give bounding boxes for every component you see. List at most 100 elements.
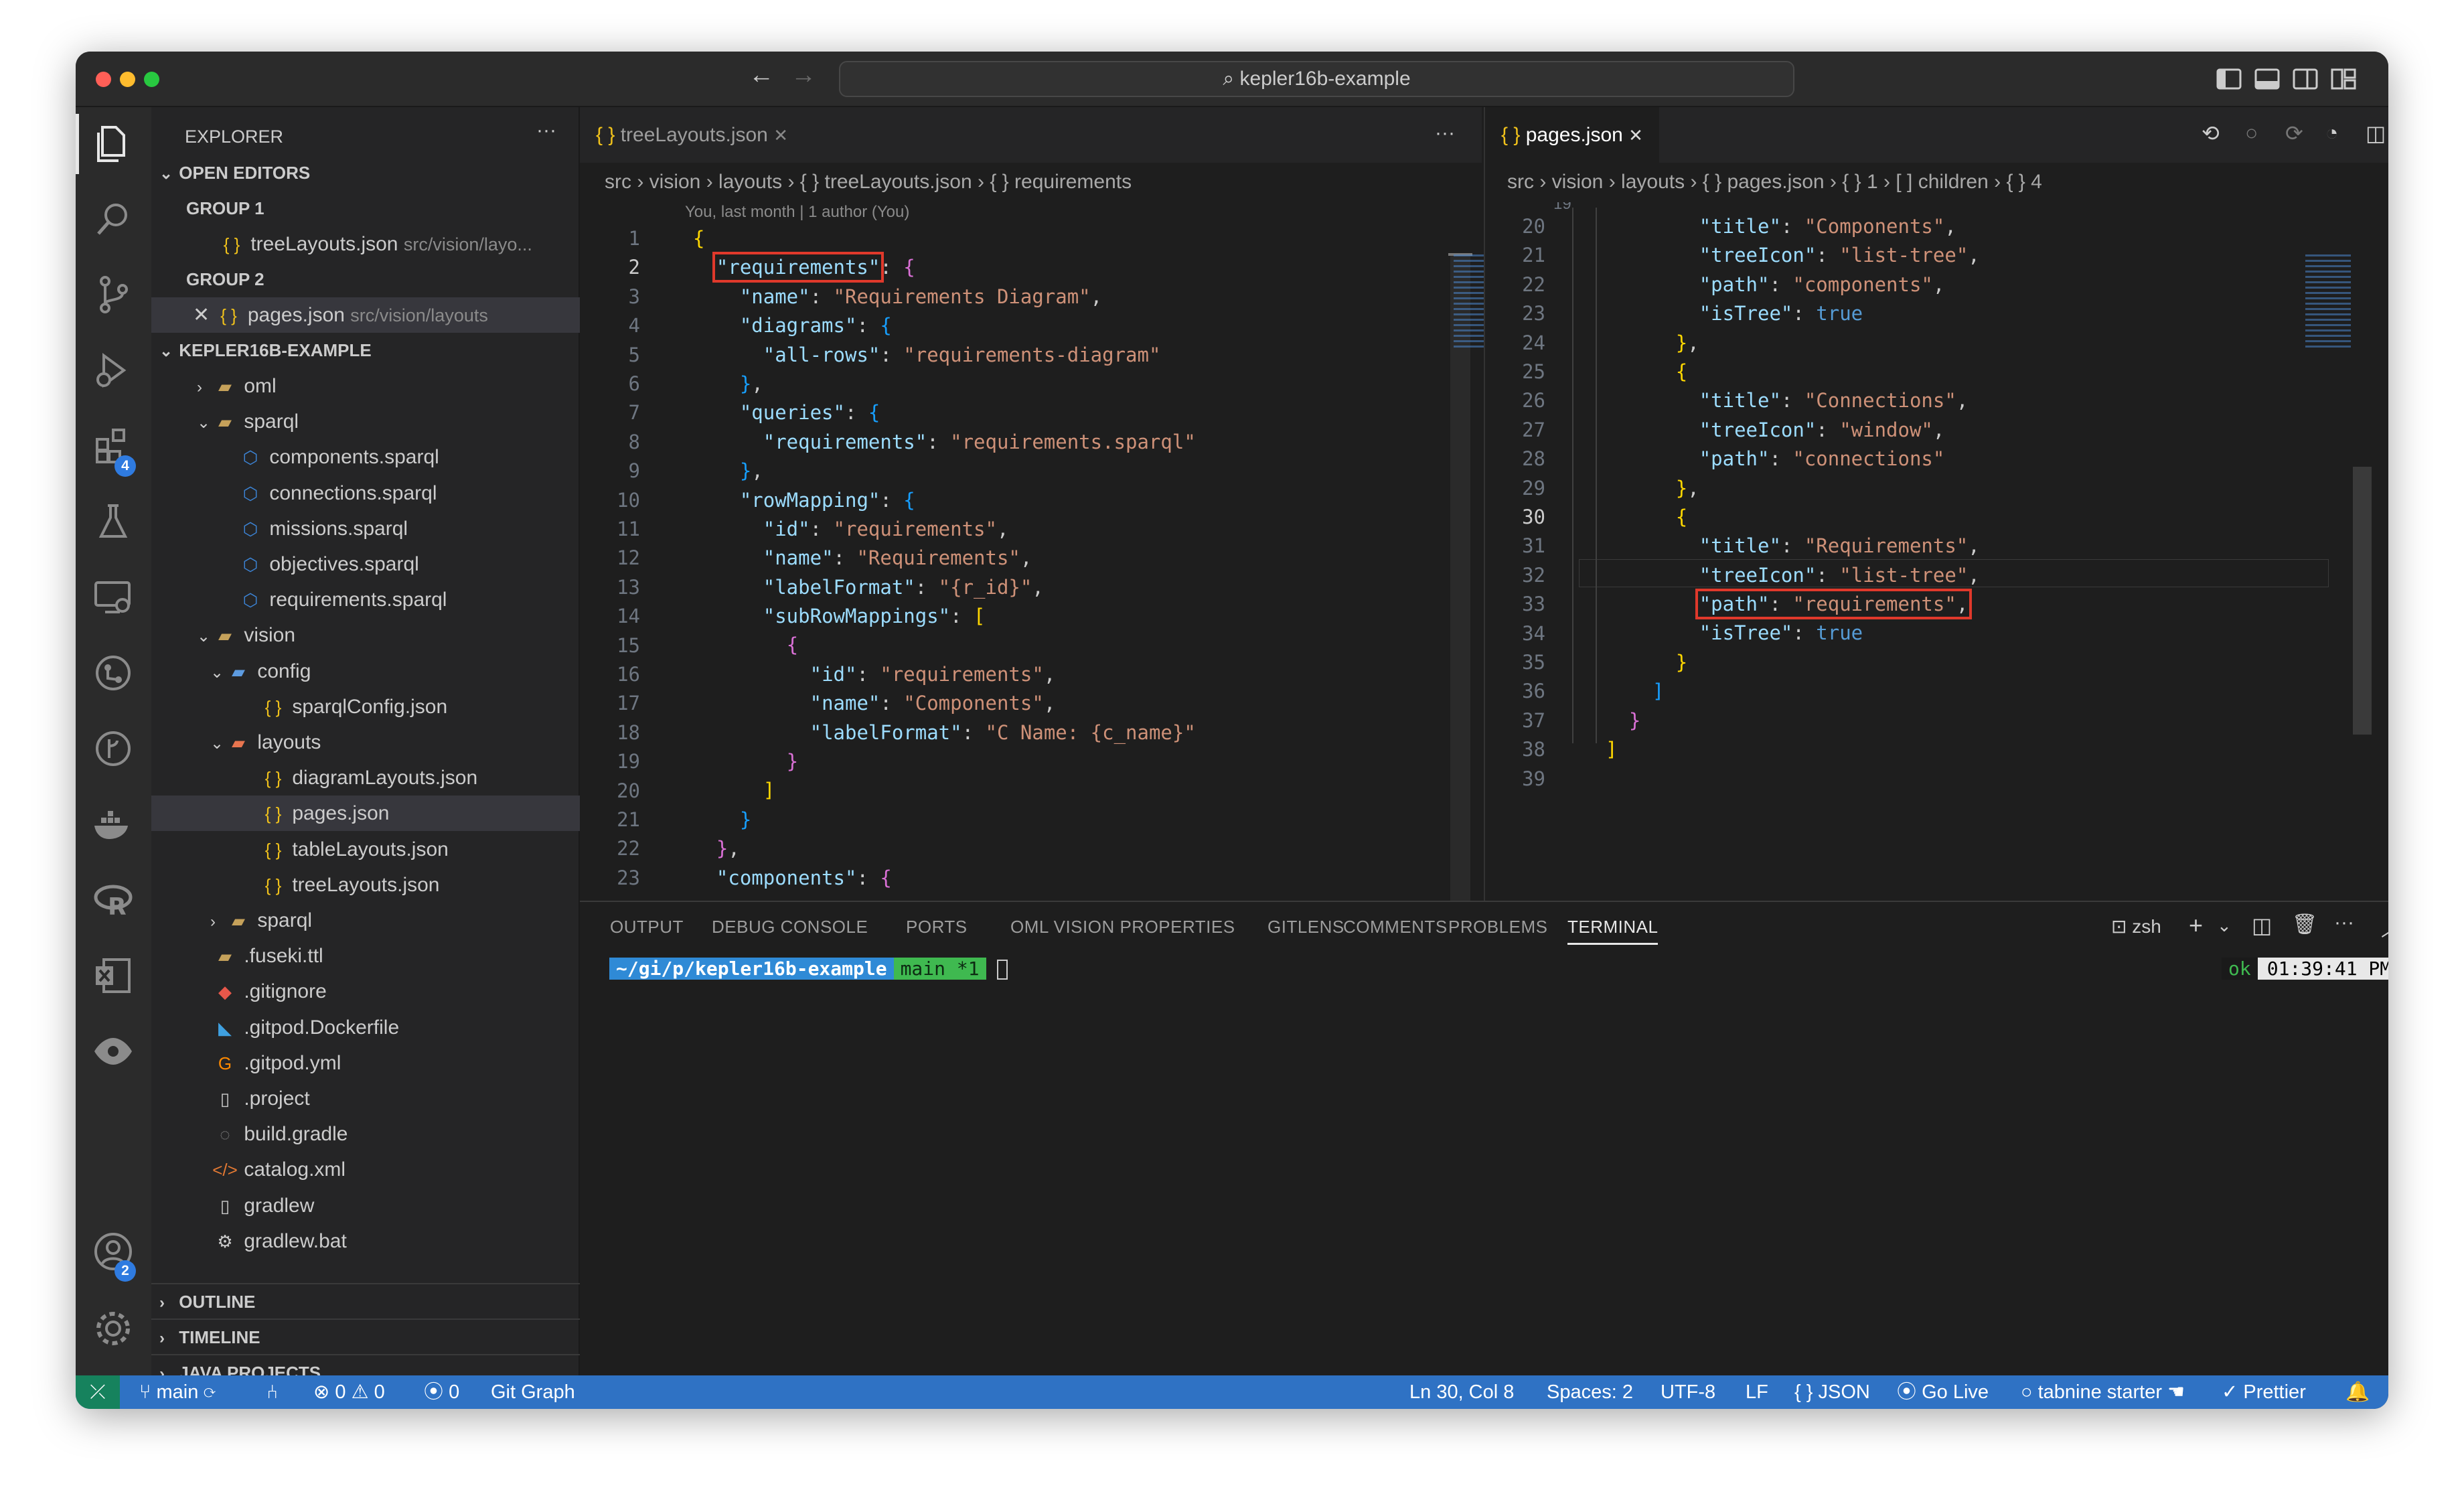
chevron-down-icon[interactable]: ⌄ — [2217, 915, 2232, 936]
more-actions-icon[interactable]: ··· — [1435, 122, 1455, 145]
tabnine-status[interactable]: ○ tabnine starter ☚ — [2021, 1375, 2185, 1409]
code-area[interactable]: { "requirements": { "name": "Requirement… — [693, 224, 1196, 893]
split-terminal-icon[interactable]: ◫ — [2252, 913, 2272, 938]
problems-indicator[interactable]: ⊗ 0 ⚠ 0 — [313, 1375, 385, 1409]
new-terminal-icon[interactable]: + — [2189, 911, 2203, 939]
breadcrumb-item[interactable]: layouts — [1621, 171, 1685, 193]
testing-flask-icon[interactable] — [90, 499, 136, 544]
cursor-position[interactable]: Ln 30, Col 8 — [1409, 1375, 1514, 1409]
breadcrumb-item[interactable]: src — [605, 171, 631, 193]
ports-indicator[interactable]: ⦿ 0 — [424, 1375, 459, 1409]
eye-preview-icon[interactable] — [90, 1029, 136, 1074]
more-actions-icon[interactable]: ··· — [536, 119, 556, 142]
tab-treelayouts[interactable]: { } treeLayouts.json ✕ — [580, 107, 804, 163]
close-window-button[interactable] — [96, 72, 111, 87]
tree-item[interactable]: ⬡ requirements.sparql — [151, 582, 580, 617]
tree-item[interactable]: ◌ build.gradle — [151, 1116, 580, 1152]
breadcrumb-item[interactable]: { } 1 — [1842, 171, 1877, 193]
line-endings[interactable]: LF — [1746, 1375, 1768, 1409]
panel-tab[interactable]: OML VISION PROPERTIES — [1010, 917, 1235, 937]
tree-item[interactable]: ⌄ ▰ config — [151, 654, 580, 689]
scrollbar-thumb[interactable] — [2353, 467, 2372, 735]
tree-item[interactable]: ⬡ components.sparql — [151, 439, 580, 475]
outline-section[interactable]: › OUTLINE — [151, 1283, 580, 1318]
panel-tab[interactable]: PROBLEMS — [1448, 917, 1548, 937]
source-control-graph-icon[interactable]: ⑃ — [266, 1375, 278, 1409]
timeline-section[interactable]: › TIMELINE — [151, 1318, 580, 1354]
panel-tab[interactable]: DEBUG CONSOLE — [712, 917, 868, 937]
breadcrumb-item[interactable]: { } 4 — [2006, 171, 2042, 193]
minimize-window-button[interactable] — [120, 72, 135, 87]
toggle-secondary-sidebar-icon[interactable] — [2291, 65, 2319, 93]
settings-gear-icon[interactable] — [90, 1306, 136, 1351]
more-actions-icon[interactable]: ··· — [2334, 911, 2354, 934]
tree-item[interactable]: ▯ .project — [151, 1081, 580, 1116]
indentation[interactable]: Spaces: 2 — [1547, 1375, 1633, 1409]
git-graph-icon[interactable] — [90, 726, 136, 771]
explorer-files-icon[interactable] — [90, 121, 136, 166]
breadcrumb-item[interactable]: { } pages.json — [1703, 171, 1825, 193]
tree-item[interactable]: </> catalog.xml — [151, 1152, 580, 1187]
trash-icon[interactable]: 🗑 — [2292, 913, 2317, 936]
tree-item[interactable]: ▯ gradlew — [151, 1188, 580, 1223]
tree-item[interactable]: › ▰ oml — [151, 368, 580, 404]
open-editors-section[interactable]: ⌄ OPEN EDITORS — [151, 155, 580, 191]
minimap[interactable] — [2305, 254, 2351, 348]
tree-item[interactable]: { } pages.json — [151, 796, 580, 832]
git-graph-button[interactable]: Git Graph — [491, 1375, 575, 1409]
tree-item[interactable]: ⌄ ▰ vision — [151, 617, 580, 653]
branch-indicator[interactable]: ⑂ main ⟳ — [139, 1375, 216, 1409]
forward-arrow-icon[interactable]: → — [791, 61, 816, 90]
terminal-prompt[interactable]: ~/gi/p/kepler16b-example main *1 — [609, 957, 1008, 981]
codelens-authors[interactable]: You, last month | 1 author (You) — [685, 203, 909, 222]
tree-item[interactable]: ◣ .gitpod.Dockerfile — [151, 1010, 580, 1045]
run-and-debug-icon[interactable] — [90, 348, 136, 393]
tree-item[interactable]: G .gitpod.yml — [151, 1045, 580, 1081]
breadcrumb-item[interactable]: src — [1507, 171, 1534, 193]
breadcrumb-item[interactable]: { } treeLayouts.json — [800, 171, 972, 193]
open-editor-pages[interactable]: ✕ { } pages.json src/vision/layouts — [151, 297, 580, 333]
tree-item[interactable]: { } tableLayouts.json — [151, 832, 580, 867]
go-live-button[interactable]: ⦿ Go Live — [1897, 1375, 1989, 1409]
panel-tab[interactable]: PORTS — [906, 917, 968, 937]
tree-item[interactable]: › ▰ sparql — [151, 903, 580, 938]
maximize-panel-icon[interactable]: ︿ — [2381, 913, 2388, 942]
back-arrow-icon[interactable]: ← — [749, 61, 774, 90]
remote-explorer-icon[interactable] — [90, 575, 136, 620]
toggle-panel-icon[interactable] — [2253, 65, 2281, 93]
encoding[interactable]: UTF-8 — [1661, 1375, 1715, 1409]
tree-item[interactable]: ⬡ connections.sparql — [151, 475, 580, 511]
notifications-bell-icon[interactable]: 🔔 — [2345, 1375, 2370, 1409]
scrollbar[interactable] — [1450, 254, 1470, 951]
tree-item[interactable]: ⚙ gradlew.bat — [151, 1223, 580, 1259]
split-editor-icon[interactable]: ◫ — [2366, 121, 2386, 146]
prettier-status[interactable]: ✓ Prettier — [2222, 1375, 2306, 1409]
code-area[interactable]: "title": "Components", "treeIcon": "list… — [1606, 212, 1980, 794]
maximize-window-button[interactable] — [144, 72, 159, 87]
tree-item[interactable]: { } sparqlConfig.json — [151, 689, 580, 725]
breadcrumb-item[interactable]: layouts — [718, 171, 782, 193]
tree-item[interactable]: ◆ .gitignore — [151, 974, 580, 1009]
tree-item[interactable]: { } treeLayouts.json — [151, 867, 580, 903]
previous-change-icon[interactable]: ○ — [2245, 121, 2258, 145]
breadcrumb-item[interactable]: [ ] children — [1896, 171, 1988, 193]
tree-item[interactable]: ▰ .fuseki.ttl — [151, 938, 580, 974]
terminal-shell[interactable]: ⊡ zsh — [2111, 915, 2161, 937]
toggle-primary-sidebar-icon[interactable] — [2215, 65, 2243, 93]
docker-whale-icon[interactable] — [90, 802, 136, 847]
panel-tab[interactable]: COMMENTS — [1343, 917, 1448, 937]
tree-item[interactable]: ⬡ objectives.sparql — [151, 546, 580, 582]
close-icon[interactable]: ✕ — [1628, 125, 1643, 145]
remote-indicator-icon[interactable]: ⤫ — [76, 1375, 120, 1409]
search-icon[interactable] — [90, 196, 136, 242]
panel-tab[interactable]: OUTPUT — [610, 917, 684, 937]
breadcrumb-item[interactable]: vision — [1552, 171, 1604, 193]
open-editor-treelayouts[interactable]: { } treeLayouts.json src/vision/layo... — [151, 226, 580, 262]
command-center-search[interactable]: ⌕ kepler16b-example — [839, 61, 1794, 97]
tree-item[interactable]: ⌄ ▰ sparql — [151, 404, 580, 439]
close-icon[interactable]: ✕ — [773, 125, 788, 145]
project-section[interactable]: ⌄ KEPLER16B-EXAMPLE — [151, 333, 580, 368]
tree-item[interactable]: ⬡ missions.sparql — [151, 511, 580, 546]
close-icon[interactable]: ✕ — [193, 304, 210, 326]
source-control-icon[interactable] — [90, 272, 136, 317]
